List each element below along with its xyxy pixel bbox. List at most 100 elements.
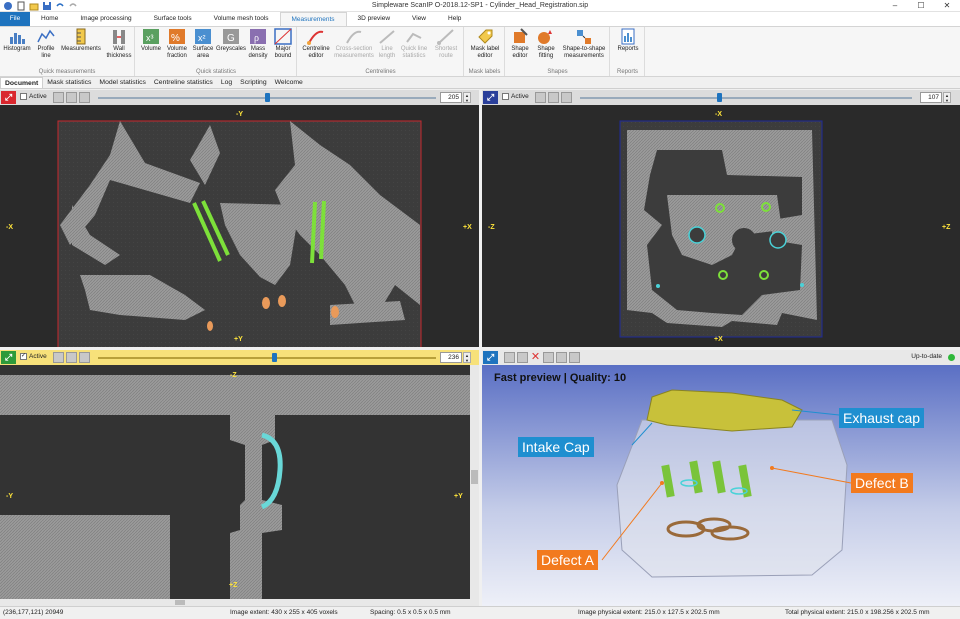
centreline-editor-button[interactable]: Centreline editor bbox=[300, 28, 332, 59]
zoom-tool-icon[interactable] bbox=[66, 92, 77, 103]
maximize-view-icon[interactable]: ⤢ bbox=[483, 351, 498, 364]
zoom-tool-icon[interactable] bbox=[66, 352, 77, 363]
tab-document[interactable]: Document bbox=[0, 77, 44, 88]
greyscales-button[interactable]: G Greyscales bbox=[216, 28, 246, 53]
axis-label-top: -Y bbox=[236, 111, 243, 118]
slice-number-input[interactable]: 236 bbox=[440, 352, 462, 363]
major-bound-button[interactable]: Major bound bbox=[270, 28, 296, 59]
render-icon[interactable] bbox=[543, 352, 554, 363]
shape-to-shape-measurements-button[interactable]: Shape-to-shape measurements bbox=[559, 28, 609, 59]
slice-number-input[interactable]: 107 bbox=[920, 92, 942, 103]
slice-slider[interactable] bbox=[580, 97, 912, 99]
tab-model-statistics[interactable]: Model statistics bbox=[95, 77, 149, 88]
histogram-button[interactable]: Histogram bbox=[2, 28, 32, 53]
shape-editor-icon bbox=[514, 28, 528, 43]
mass-density-button[interactable]: ρ Mass density bbox=[246, 28, 270, 59]
slice-canvas[interactable]: -Z +Z -Y +Y bbox=[0, 365, 479, 606]
delete-icon[interactable]: ✕ bbox=[530, 352, 541, 363]
volume-button[interactable]: x³ Volume bbox=[138, 28, 164, 53]
close-icon[interactable]: ✕ bbox=[934, 0, 960, 12]
slice-slider[interactable] bbox=[98, 357, 436, 359]
tab-scripting[interactable]: Scripting bbox=[236, 77, 270, 88]
active-toggle[interactable]: ✓ Active bbox=[20, 353, 47, 360]
menu-3d-preview[interactable]: 3D preview bbox=[347, 12, 402, 26]
slice-spinner[interactable]: ▲ ▼ bbox=[463, 92, 471, 103]
svg-text:%: % bbox=[171, 33, 180, 44]
svg-text:x³: x³ bbox=[146, 33, 154, 43]
view-top-right[interactable]: ⤢ Active 107 ▲ ▼ -X +X -Z +Z bbox=[482, 90, 960, 347]
axis-label-left: -Y bbox=[6, 493, 13, 500]
quick-line-statistics-button[interactable]: Quick line statistics bbox=[398, 28, 430, 59]
shape-editor-button[interactable]: Shape editor bbox=[508, 28, 532, 59]
shape-to-shape-icon bbox=[577, 30, 591, 44]
wall-thickness-button[interactable]: Wall thickness bbox=[104, 28, 134, 59]
cross-section-measurements-button[interactable]: Cross-section measurements bbox=[333, 28, 375, 59]
surface-area-button[interactable]: x² Surface area bbox=[190, 28, 216, 59]
mask-label-icon bbox=[478, 29, 493, 44]
slice-slider-thumb[interactable] bbox=[265, 93, 270, 102]
slice-canvas[interactable]: -X +X -Z +Z bbox=[482, 105, 960, 347]
pan-tool-icon[interactable] bbox=[535, 92, 546, 103]
axis-label-bottom: +Y bbox=[234, 336, 243, 343]
tab-log[interactable]: Log bbox=[217, 77, 236, 88]
pan-tool-icon[interactable] bbox=[53, 352, 64, 363]
group-centrelines: Centreline editor Cross-section measurem… bbox=[298, 27, 464, 76]
reports-button[interactable]: Reports bbox=[613, 28, 643, 53]
volume-fraction-button[interactable]: % Volume fraction bbox=[164, 28, 190, 59]
mask-label-editor-button[interactable]: Mask label editor bbox=[467, 28, 503, 59]
maximize-view-icon[interactable]: ⤢ bbox=[1, 351, 16, 364]
shortest-route-button[interactable]: Shortest route bbox=[431, 28, 461, 59]
tab-mask-statistics[interactable]: Mask statistics bbox=[43, 77, 95, 88]
tab-centreline-statistics[interactable]: Centreline statistics bbox=[150, 77, 217, 88]
profile-line-button[interactable]: Profile line bbox=[34, 28, 58, 59]
reset-view-icon[interactable] bbox=[561, 92, 572, 103]
minimize-icon[interactable]: – bbox=[882, 0, 908, 12]
display-options-icon[interactable] bbox=[556, 352, 567, 363]
reset-view-icon[interactable] bbox=[79, 92, 90, 103]
active-checkbox[interactable] bbox=[502, 93, 509, 100]
export-icon[interactable] bbox=[569, 352, 580, 363]
view-bottom-left[interactable]: ⤢ ✓ Active 236 ▲ ▼ -Z +Z -Y +Y bbox=[0, 350, 479, 606]
3d-canvas[interactable]: Fast preview | Quality: 10 Exhaust cap I… bbox=[482, 365, 960, 606]
tab-welcome[interactable]: Welcome bbox=[271, 77, 307, 88]
view-top-left[interactable]: ⤢ Active 205 ▲ ▼ -Y +Y -X +X bbox=[0, 90, 479, 347]
maximize-view-icon[interactable]: ⤢ bbox=[483, 91, 498, 104]
slice-spinner[interactable]: ▲ ▼ bbox=[463, 352, 471, 363]
reports-icon bbox=[621, 28, 635, 45]
active-checkbox[interactable] bbox=[20, 93, 27, 100]
slice-image bbox=[0, 365, 479, 606]
menu-help[interactable]: Help bbox=[437, 12, 472, 26]
slice-number-input[interactable]: 205 bbox=[440, 92, 462, 103]
slice-slider-thumb[interactable] bbox=[271, 353, 277, 362]
active-toggle[interactable]: Active bbox=[20, 93, 47, 100]
settings-icon[interactable] bbox=[517, 352, 528, 363]
maximize-view-icon[interactable]: ⤢ bbox=[1, 91, 16, 104]
zoom-tool-icon[interactable] bbox=[548, 92, 559, 103]
menu-image-processing[interactable]: Image processing bbox=[69, 12, 142, 26]
active-checkbox[interactable]: ✓ bbox=[20, 353, 27, 360]
line-length-button[interactable]: Line length bbox=[376, 28, 398, 59]
shape-fitting-button[interactable]: Shape fitting bbox=[534, 28, 558, 59]
menu-file[interactable]: File bbox=[0, 12, 30, 26]
slice-slider-thumb[interactable] bbox=[717, 93, 723, 102]
measurements-button[interactable]: Measurements bbox=[60, 28, 102, 53]
app-window: Simpleware ScanIP O-2018.12-SP1 - Cylind… bbox=[0, 0, 960, 619]
pan-tool-icon[interactable] bbox=[53, 92, 64, 103]
slice-spinner[interactable]: ▲ ▼ bbox=[943, 92, 951, 103]
slice-canvas[interactable]: -Y +Y -X +X bbox=[0, 105, 479, 347]
slice-image bbox=[57, 120, 422, 347]
profile-line-icon bbox=[37, 29, 55, 43]
reset-view-icon[interactable] bbox=[79, 352, 90, 363]
group-label-reports: Reports bbox=[616, 69, 638, 75]
menu-measurements[interactable]: Measurements bbox=[279, 12, 347, 26]
menu-volume-mesh-tools[interactable]: Volume mesh tools bbox=[203, 12, 280, 26]
refresh-preview-icon[interactable] bbox=[504, 352, 515, 363]
menu-surface-tools[interactable]: Surface tools bbox=[143, 12, 203, 26]
preview-tool-icons: ✕ bbox=[504, 352, 580, 363]
maximize-icon[interactable]: ☐ bbox=[908, 0, 934, 12]
menu-view[interactable]: View bbox=[401, 12, 437, 26]
view-3d-preview[interactable]: ⤢ ✕ Up-to-date Fast preview | Quality: 1… bbox=[482, 350, 960, 606]
view-toolbar: ⤢ Active 205 ▲ ▼ bbox=[0, 90, 479, 105]
menu-home[interactable]: Home bbox=[30, 12, 69, 26]
active-toggle[interactable]: Active bbox=[502, 93, 529, 100]
